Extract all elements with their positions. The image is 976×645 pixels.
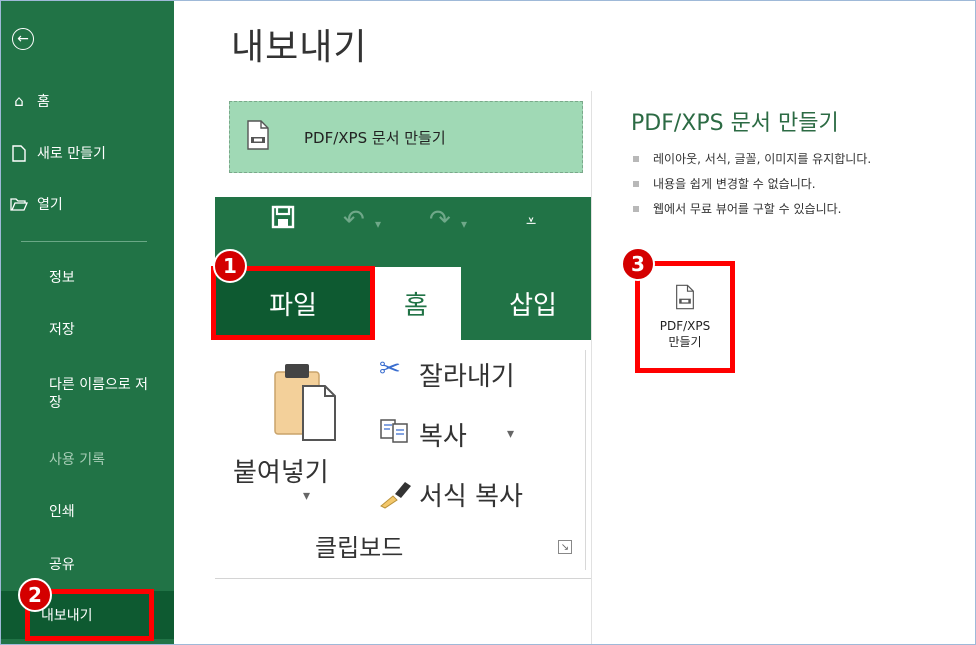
bullet-text: 레이아웃, 서식, 글꼴, 이미지를 유지합니다. (653, 152, 872, 166)
backstage-window: ← ⌂ 홈 새로 만들기 열기 정보 저장 다른 이름으로 저장 사용 기록 인… (0, 0, 976, 645)
group-separator (585, 350, 586, 570)
back-arrow-icon[interactable]: ← (12, 28, 34, 50)
copy-icon (379, 418, 411, 448)
tab-insert[interactable]: 삽입 (477, 267, 589, 340)
create-pdf-label-1: PDF/XPS (659, 319, 711, 333)
sidebar-item-share[interactable]: 공유 (49, 556, 75, 574)
sidebar-item-open[interactable]: 열기 (1, 186, 174, 222)
sidebar-item-label: 열기 (37, 197, 63, 213)
feature-list: 레이아웃, 서식, 글꼴, 이미지를 유지합니다. 내용을 쉽게 변경할 수 없… (633, 146, 871, 221)
undo-icon[interactable]: ↶ (343, 205, 365, 235)
save-icon[interactable] (271, 205, 295, 236)
paste-icon[interactable] (271, 360, 343, 446)
export-option-label: PDF/XPS 문서 만들기 (304, 128, 446, 147)
sidebar-divider (21, 241, 147, 242)
undo-dropdown-icon[interactable]: ▾ (375, 217, 381, 231)
sidebar-item-label: 홈 (37, 94, 50, 110)
pdf-document-icon (246, 120, 270, 154)
home-icon: ⌂ (14, 92, 24, 110)
folder-open-icon (9, 197, 29, 211)
list-item: 웹에서 무료 뷰어를 구할 수 있습니다. (633, 196, 871, 221)
sidebar-item-print[interactable]: 인쇄 (49, 503, 75, 521)
pane-divider (591, 91, 592, 644)
step-badge-1: 1 (213, 249, 247, 283)
paste-dropdown-icon[interactable]: ▾ (303, 488, 310, 504)
redo-icon[interactable]: ↷ (429, 205, 451, 235)
bullet-text: 내용을 쉽게 변경할 수 없습니다. (653, 177, 816, 191)
cut-label[interactable]: 잘라내기 (419, 356, 515, 393)
bullet-text: 웹에서 무료 뷰어를 구할 수 있습니다. (653, 202, 842, 216)
sidebar-item-home[interactable]: ⌂ 홈 (1, 83, 174, 119)
sidebar-item-save[interactable]: 저장 (49, 321, 75, 339)
pdf-document-icon (675, 284, 695, 314)
sidebar-item-label: 새로 만들기 (37, 146, 106, 162)
new-document-icon (9, 144, 29, 162)
list-item: 내용을 쉽게 변경할 수 없습니다. (633, 171, 871, 196)
customize-toolbar-icon[interactable]: ⩡ (526, 211, 536, 232)
ribbon-inset: ↶ ▾ ↷ ▾ ⩡ 파일 홈 삽입 붙여넣기 ▾ ✂ 잘라내기 복사 ▾ 서식 … (215, 197, 591, 579)
create-pdf-label-2: 만들기 (668, 335, 702, 349)
tab-home[interactable]: 홈 (371, 267, 461, 340)
bullet-icon (633, 180, 639, 187)
sidebar-item-history[interactable]: 사용 기록 (49, 451, 105, 469)
clipboard-group-label: 클립보드 (315, 534, 404, 562)
sidebar-item-save-as[interactable]: 다른 이름으로 저장 (49, 376, 149, 412)
format-painter-icon (377, 480, 413, 514)
sidebar-item-info[interactable]: 정보 (49, 269, 75, 287)
copy-label[interactable]: 복사 (419, 416, 467, 453)
list-item: 레이아웃, 서식, 글꼴, 이미지를 유지합니다. (633, 146, 871, 171)
redo-dropdown-icon[interactable]: ▾ (461, 217, 467, 231)
step-badge-2: 2 (18, 578, 52, 612)
sidebar-item-new[interactable]: 새로 만들기 (1, 135, 174, 171)
backstage-sidebar: ← ⌂ 홈 새로 만들기 열기 정보 저장 다른 이름으로 저장 사용 기록 인… (1, 1, 174, 644)
ribbon-body: 붙여넣기 ▾ ✂ 잘라내기 복사 ▾ 서식 복사 클립보드 ↘ (215, 340, 591, 579)
copy-dropdown-icon[interactable]: ▾ (507, 426, 514, 442)
export-option-pdf-xps[interactable]: PDF/XPS 문서 만들기 (229, 101, 583, 173)
bullet-icon (633, 205, 639, 212)
scissors-icon: ✂ (379, 354, 401, 384)
format-painter-label[interactable]: 서식 복사 (419, 476, 523, 513)
step-badge-3: 3 (621, 247, 655, 281)
info-title: PDF/XPS 문서 만들기 (631, 111, 839, 136)
page-title: 내보내기 (231, 27, 368, 68)
dialog-launcher-icon[interactable]: ↘ (558, 540, 572, 554)
create-pdf-xps-button[interactable]: PDF/XPS 만들기 (635, 261, 735, 373)
paste-label[interactable]: 붙여넣기 (233, 452, 329, 489)
bullet-icon (633, 155, 639, 162)
